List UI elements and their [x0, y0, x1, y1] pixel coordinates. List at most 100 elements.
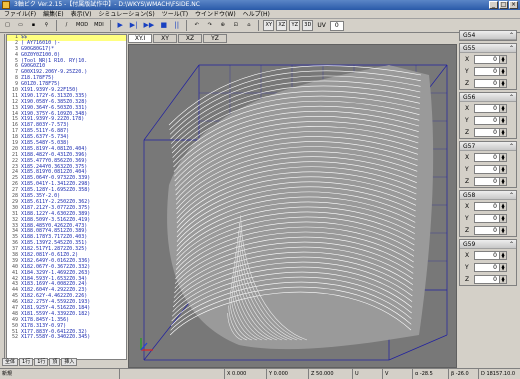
menu-view[interactable]: 表示(V) [71, 10, 92, 18]
offset-panel-header[interactable]: G56 ⌃ [460, 93, 516, 102]
offset-spinner[interactable]: 0 ▲ ▼ [474, 127, 507, 137]
spinner-arrows-icon[interactable]: ▲ ▼ [499, 116, 506, 124]
mdi-button[interactable]: MDI [92, 20, 106, 31]
fit-icon[interactable]: ⊡ [230, 20, 242, 31]
collapse-icon[interactable]: ⌃ [509, 142, 514, 151]
window-title: 3軸ビク Ver.2.15 -【付属版試作中】- D:\WKYS\WMACH\F… [14, 1, 200, 8]
stop-icon[interactable]: ■ [158, 20, 170, 31]
offset-spinner[interactable]: 0 ▲ ▼ [474, 250, 507, 260]
footer-insert-button[interactable]: 挿入 [61, 358, 78, 366]
offset-spinner[interactable]: 0 ▲ ▼ [474, 66, 507, 76]
spinner-arrows-icon[interactable]: ▲ ▼ [499, 104, 506, 112]
offset-spinner[interactable]: 0 ▲ ▼ [474, 103, 507, 113]
offset-panel-header[interactable]: G55 ⌃ [460, 44, 516, 53]
offset-panel-header[interactable]: G57 ⌃ [460, 142, 516, 151]
footer-all-button[interactable]: 全体 [2, 358, 19, 366]
menu-window[interactable]: ウインドウ(W) [195, 10, 236, 18]
spinner-arrows-icon[interactable]: ▲ ▼ [499, 226, 506, 234]
pencil-icon[interactable]: / [61, 20, 72, 31]
collapse-icon[interactable]: ⌃ [509, 93, 514, 102]
step-icon[interactable]: ▶| [127, 20, 140, 31]
minimize-button[interactable]: _ [489, 1, 498, 9]
redo-icon[interactable]: ↷ [204, 20, 216, 31]
close-button[interactable]: × [509, 1, 518, 9]
footer-line-button[interactable]: 1行 [19, 358, 34, 366]
spinner-arrows-icon[interactable]: ▲ ▼ [499, 202, 506, 210]
view-3d-button[interactable]: 3D [302, 20, 314, 31]
maximize-button[interactable]: □ [499, 1, 508, 9]
status-blank [120, 369, 225, 379]
view-yz-button[interactable]: YZ [289, 20, 301, 31]
menu-help[interactable]: ヘルプ(H) [243, 10, 270, 18]
pause-icon[interactable]: || [171, 20, 183, 31]
offset-value: 0 [493, 153, 497, 161]
collapse-icon[interactable]: ⌃ [509, 44, 514, 53]
spinner-arrows-icon[interactable]: ▲ ▼ [499, 165, 506, 173]
3d-viewport[interactable] [128, 44, 457, 368]
offset-spinner[interactable]: 0 ▲ ▼ [474, 225, 507, 235]
spinner-arrows-icon[interactable]: ▲ ▼ [499, 67, 506, 75]
offset-panel-header[interactable]: G59 ⌃ [460, 240, 516, 249]
spinner-arrows-icon[interactable]: ▲ ▼ [499, 55, 506, 63]
menu-file[interactable]: ファイル(F) [4, 10, 36, 18]
offset-spinner[interactable]: 0 ▲ ▼ [474, 115, 507, 125]
offset-spinner[interactable]: 0 ▲ ▼ [474, 274, 507, 284]
offset-row: X 0 ▲ ▼ [460, 151, 516, 163]
spinner-arrows-icon[interactable]: ▲ ▼ [499, 214, 506, 222]
tab-xz[interactable]: XZ [178, 34, 202, 43]
play-icon[interactable]: ▶ [114, 20, 126, 31]
offset-spinner[interactable]: 0 ▲ ▼ [474, 262, 507, 272]
code-footer: 全体 1行 1行 頂 挿入 [0, 358, 130, 367]
offset-spinner[interactable]: 0 ▲ ▼ [474, 78, 507, 88]
new-icon[interactable]: □ [2, 20, 13, 31]
offset-panel-g59: G59 ⌃ X 0 ▲ ▼ Y 0 ▲ ▼ Z 0 ▲ ▼ [459, 239, 517, 286]
save-icon[interactable]: ▪ [28, 20, 39, 31]
undo-icon[interactable]: ↶ [191, 20, 203, 31]
axis-label: Y [465, 263, 469, 271]
home-icon[interactable]: ⌂ [243, 20, 255, 31]
spinner-arrows-icon[interactable]: ▲ ▼ [499, 263, 506, 271]
view-xz-button[interactable]: XZ [276, 20, 288, 31]
collapse-icon[interactable]: ⌃ [509, 31, 514, 40]
menu-edit[interactable]: 編集(E) [43, 10, 63, 18]
offset-spinner[interactable]: 0 ▲ ▼ [474, 213, 507, 223]
offset-row: X 0 ▲ ▼ [460, 200, 516, 212]
menu-tools[interactable]: ツール(T) [162, 10, 188, 18]
offset-spinner[interactable]: 0 ▲ ▼ [474, 54, 507, 64]
offset-spinner[interactable]: 0 ▲ ▼ [474, 164, 507, 174]
spinner-arrows-icon[interactable]: ▲ ▼ [499, 251, 506, 259]
nc-code-editor[interactable]: 1 $$ 2( AY716010 )- 3 G90G80G17)* 4 G0Z0Y0Z100… [6, 34, 127, 360]
offset-spinner[interactable]: 0 ▲ ▼ [474, 176, 507, 186]
footer-line2-button[interactable]: 1行 [34, 358, 49, 366]
tab-xyi[interactable]: XY.I [128, 34, 152, 43]
open-icon[interactable]: ▭ [15, 20, 26, 31]
mod-button[interactable]: MOD [74, 20, 91, 31]
search-icon[interactable]: ⚲ [41, 20, 52, 31]
axis-label: Z [465, 226, 470, 234]
collapse-icon[interactable]: ⌃ [509, 191, 514, 200]
axis-label: Y [465, 165, 469, 173]
fast-forward-icon[interactable]: ▶▶ [141, 20, 157, 31]
offset-panel-title: G58 [463, 192, 476, 199]
spinner-arrows-icon[interactable]: ▲ ▼ [499, 153, 506, 161]
spinner-arrows-icon[interactable]: ▲ ▼ [499, 128, 506, 136]
code-line[interactable]: 52 X177.558Y-0.3402Z0.345) [7, 335, 126, 341]
offset-panel-header[interactable]: G54 ⌃ [460, 31, 516, 40]
offset-row: Z 0 ▲ ▼ [460, 273, 516, 285]
collapse-icon[interactable]: ⌃ [509, 240, 514, 249]
offset-panel-header[interactable]: G58 ⌃ [460, 191, 516, 200]
offset-panel-g58: G58 ⌃ X 0 ▲ ▼ Y 0 ▲ ▼ Z 0 ▲ ▼ [459, 190, 517, 237]
offset-spinner[interactable]: 0 ▲ ▼ [474, 201, 507, 211]
menu-simulation[interactable]: シミュレーション(S) [98, 10, 154, 18]
tab-xy[interactable]: XY [153, 34, 177, 43]
spinner-arrows-icon[interactable]: ▲ ▼ [499, 79, 506, 87]
offset-spinner[interactable]: 0 ▲ ▼ [474, 152, 507, 162]
footer-top-button[interactable]: 頂 [49, 358, 61, 366]
zoom-icon[interactable]: ⊕ [217, 20, 229, 31]
axis-label: X [465, 104, 470, 112]
spinner-arrows-icon[interactable]: ▲ ▼ [499, 275, 506, 283]
tab-yz[interactable]: YZ [203, 34, 227, 43]
spinner-arrows-icon[interactable]: ▲ ▼ [499, 177, 506, 185]
view-xy-button[interactable]: XY [263, 20, 275, 31]
uv-input[interactable]: 0 [329, 20, 344, 31]
